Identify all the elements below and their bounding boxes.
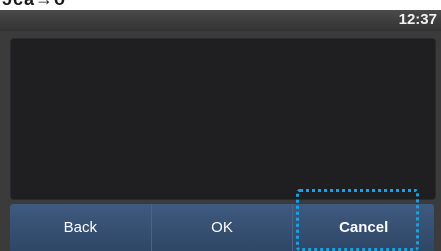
status-bar: 12:37 — [0, 10, 441, 31]
back-softkey[interactable]: Back — [10, 204, 152, 251]
content-panel — [10, 38, 436, 200]
phone-display: 12:37 Back OK Cancel — [0, 10, 441, 251]
ok-softkey[interactable]: OK — [152, 204, 294, 251]
softkey-bar: Back OK Cancel — [10, 204, 434, 251]
cancel-softkey[interactable]: Cancel — [293, 204, 434, 251]
cropped-header-text: ɔca→o — [0, 0, 441, 10]
clock: 12:37 — [398, 11, 437, 28]
cropped-header-label: ɔca→o — [2, 0, 66, 10]
